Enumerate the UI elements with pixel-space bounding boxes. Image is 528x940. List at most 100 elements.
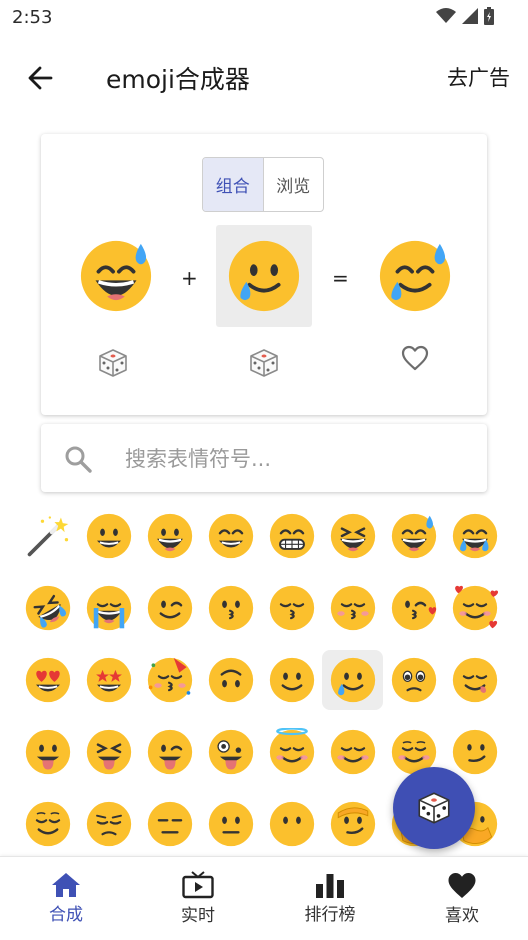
wink-tongue-emoji-icon [147, 729, 192, 775]
emoji-cell-slight-smile[interactable] [261, 650, 322, 710]
emoji-cell-halo[interactable] [261, 722, 322, 782]
sob-emoji-icon [86, 585, 131, 631]
emoji-cell-pleading[interactable] [383, 650, 444, 710]
emoji-cell-squint-tongue[interactable] [78, 722, 139, 782]
emoji-cell-wink[interactable] [139, 578, 200, 638]
status-icons [436, 7, 494, 25]
star-struck-emoji-icon [86, 657, 131, 703]
emoji-cell-kissing-smiling-eyes[interactable] [261, 578, 322, 638]
expressionless-emoji-icon [147, 801, 192, 847]
randomize-right-button[interactable] [246, 345, 282, 381]
emoji-cell-sweat-smile[interactable] [383, 506, 444, 566]
heart-icon [448, 872, 476, 898]
emoji-cell-kissing-heart[interactable] [383, 578, 444, 638]
nav-label-favorites: 喜欢 [445, 905, 479, 926]
right-emoji-slot[interactable] [216, 225, 312, 327]
emoji-row [17, 644, 521, 716]
emoji-row [17, 500, 521, 572]
kissing-emoji-icon [208, 585, 253, 631]
nav-item-live[interactable]: 实时 [132, 857, 264, 940]
emoji-cell-yum[interactable] [444, 650, 505, 710]
joy-emoji-icon [452, 513, 497, 559]
randomize-left-button[interactable] [95, 345, 131, 381]
emoji-cell-rofl[interactable] [17, 578, 78, 638]
favorite-button[interactable] [397, 340, 433, 376]
tab-combine[interactable]: 组合 [203, 158, 264, 211]
emoji-cell-smiling-tear[interactable] [322, 650, 383, 710]
emoji-cell-grinning[interactable] [78, 506, 139, 566]
blush-emoji-icon [330, 729, 375, 775]
nav-item-favorites[interactable]: 喜欢 [396, 857, 528, 940]
battery-icon [484, 7, 494, 25]
emoji-cell-neutral[interactable] [200, 794, 261, 854]
emoji-cell-expressionless[interactable] [139, 794, 200, 854]
emoji-cell-kissing[interactable] [200, 578, 261, 638]
laughing-emoji-icon [330, 513, 375, 559]
signal-icon [462, 8, 478, 24]
kissing-heart-emoji-icon [391, 585, 436, 631]
emoji-cell-joy[interactable] [444, 506, 505, 566]
emoji-cell-saluting[interactable] [322, 794, 383, 854]
left-emoji-slot[interactable] [71, 226, 161, 326]
emoji-cell-kissing-closed-eyes[interactable] [322, 578, 383, 638]
random-combo-fab[interactable] [393, 767, 475, 849]
smile-emoji-icon [208, 513, 253, 559]
heart-eyes-emoji-icon [25, 657, 70, 703]
emoji-cell-grin[interactable] [261, 506, 322, 566]
pensive-emoji-icon [86, 801, 131, 847]
equals-sign: = [332, 266, 349, 290]
search-input[interactable] [123, 440, 457, 478]
remove-ads-button[interactable]: 去广告 [447, 62, 510, 92]
emoji-cell-blush[interactable] [322, 722, 383, 782]
emoji-cell-heart-eyes[interactable] [17, 650, 78, 710]
nav-item-combine[interactable]: 合成 [0, 857, 132, 940]
nav-label-ranking: 排行榜 [304, 905, 356, 925]
emoji-cell-magic-wand[interactable] [17, 506, 78, 566]
emoji-cell-pensive[interactable] [78, 794, 139, 854]
nav-item-ranking[interactable]: 排行榜 [264, 857, 396, 940]
upside-down-emoji-icon [208, 657, 253, 703]
wink-emoji-icon [147, 585, 192, 631]
relieved-emoji-icon [25, 801, 70, 847]
grinning-sweat-emoji-icon [80, 240, 152, 312]
emoji-cell-laughing[interactable] [322, 506, 383, 566]
emoji-cell-tongue[interactable] [17, 722, 78, 782]
emoji-cell-wink-tongue[interactable] [139, 722, 200, 782]
rofl-emoji-icon [25, 585, 70, 631]
emoji-cell-no-mouth[interactable] [261, 794, 322, 854]
tab-browse[interactable]: 浏览 [264, 158, 324, 211]
bar-chart-icon [316, 874, 344, 898]
smiling-tear-emoji-icon [330, 657, 375, 703]
mashup-grinning-sweat-tear-emoji-icon [379, 240, 451, 312]
dice-icon [418, 792, 450, 824]
emoji-cell-smiley[interactable] [139, 506, 200, 566]
saluting-emoji-icon [330, 801, 375, 847]
emoji-row [17, 572, 521, 644]
grinning-emoji-icon [86, 513, 131, 559]
emoji-cell-sob[interactable] [78, 578, 139, 638]
emoji-cell-upside-down[interactable] [200, 650, 261, 710]
emoji-cell-relieved[interactable] [17, 794, 78, 854]
partying-emoji-icon [147, 657, 192, 703]
grin-emoji-icon [269, 513, 314, 559]
neutral-emoji-icon [208, 801, 253, 847]
emoji-cell-zany[interactable] [200, 722, 261, 782]
heart-outline-icon [401, 345, 429, 371]
smirk-emoji-icon [452, 729, 497, 775]
page-title: emoji合成器 [106, 65, 250, 94]
emoji-cell-smile[interactable] [200, 506, 261, 566]
search-bar [41, 424, 487, 492]
arrow-back-icon [28, 66, 53, 90]
squint-tongue-emoji-icon [86, 729, 131, 775]
smiley-emoji-icon [147, 513, 192, 559]
kissing-smiling-eyes-emoji-icon [269, 585, 314, 631]
emoji-cell-star-struck[interactable] [78, 650, 139, 710]
emoji-cell-partying[interactable] [139, 650, 200, 710]
app-bar: emoji合成器 去广告 [0, 40, 528, 116]
result-emoji[interactable] [371, 226, 459, 326]
dice-icon [99, 349, 127, 377]
emoji-cell-smiling-hearts[interactable] [444, 578, 505, 638]
search-icon [63, 444, 93, 474]
mode-toggle: 组合 浏览 [202, 157, 324, 212]
back-button[interactable] [22, 60, 58, 96]
